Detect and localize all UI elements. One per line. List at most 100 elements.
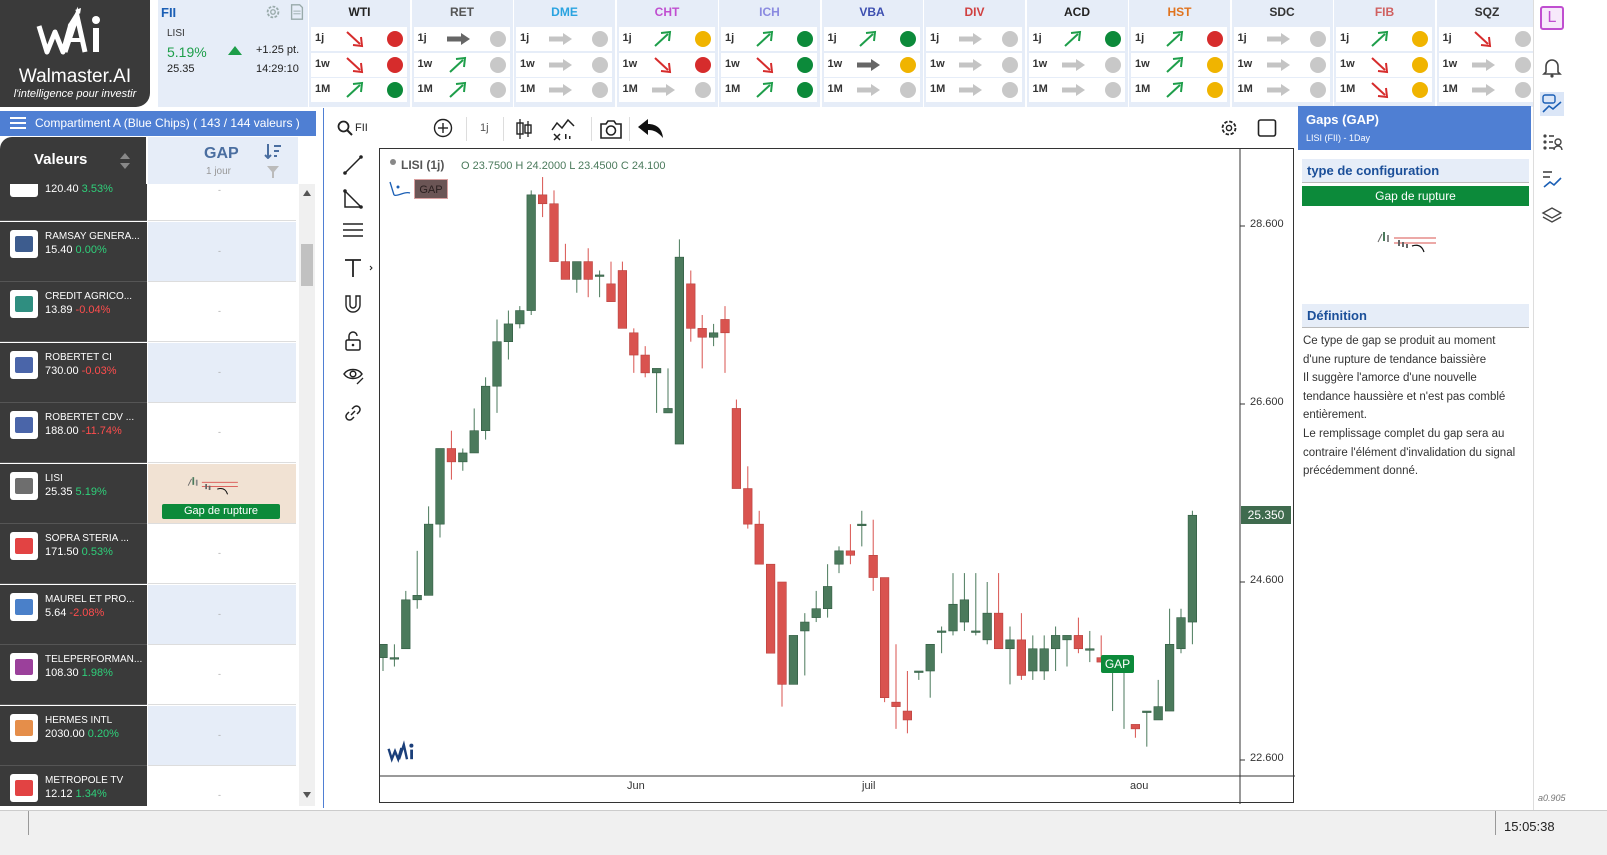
market-column[interactable]: VBA 1j 1w 1M (821, 0, 943, 107)
list-item[interactable]: METROPOLE TV 12.12 1.34% - (0, 766, 298, 806)
market-signal-cell[interactable]: 1j (1233, 27, 1353, 51)
stack-icon[interactable] (1540, 203, 1564, 227)
list-item[interactable]: ROBERTET CI 730.00 -0.03% - (0, 342, 298, 403)
gap-cell[interactable]: - (148, 221, 296, 282)
filter-icon[interactable] (266, 165, 280, 179)
list-item[interactable]: RAMSAY GENERA... 15.40 0.00% - (0, 221, 298, 282)
list-item-info[interactable]: MAUREL ET PRO... 5.64 -2.08% (0, 584, 147, 645)
market-signal-cell[interactable]: 1j (926, 27, 1045, 51)
list-item[interactable]: HERMES INTL 2030.00 0.20% - (0, 705, 298, 766)
fullscreen-icon[interactable] (1257, 118, 1277, 138)
market-signal-cell[interactable]: 1M (311, 78, 430, 102)
gap-cell[interactable]: - (148, 524, 296, 584)
gap-cell[interactable]: - (148, 584, 296, 645)
values-column-header[interactable]: Valeurs (0, 137, 146, 184)
list-item-info[interactable]: ROBERTET CDV ... 188.00 -11.74% (0, 403, 147, 463)
list-item-info[interactable]: RAMSAY GENERA... 15.40 0.00% (0, 221, 147, 282)
market-signal-cell[interactable]: 1w (823, 52, 943, 77)
market-column[interactable]: ACD 1j 1w 1M (1026, 0, 1148, 107)
gap-cell[interactable]: - (148, 766, 296, 806)
indicators-icon[interactable] (551, 117, 575, 141)
add-indicator-icon[interactable] (433, 118, 453, 138)
gap-cell[interactable]: - (148, 342, 296, 403)
market-signal-cell[interactable]: 1j (721, 27, 840, 51)
market-signal-cell[interactable]: 1w (618, 52, 738, 77)
market-signal-cell[interactable]: 1j (1131, 27, 1250, 51)
market-signal-cell[interactable]: 1j (1028, 27, 1148, 51)
market-signal-cell[interactable]: 1j (311, 27, 430, 51)
list-chart-icon[interactable] (1540, 167, 1564, 191)
list-item[interactable]: 120.40 3.53% - (0, 184, 298, 221)
market-signal-cell[interactable]: 1j (1438, 27, 1558, 51)
market-column[interactable]: DME 1j 1w 1M (514, 0, 635, 107)
gap-cell[interactable]: - (148, 403, 296, 463)
market-signal-cell[interactable]: 1w (413, 52, 533, 77)
gap-signal-marker[interactable]: GAP (1101, 655, 1134, 673)
gap-study-icon[interactable] (388, 179, 414, 199)
list-item-info[interactable]: METROPOLE TV 12.12 1.34% (0, 766, 147, 806)
market-signal-cell[interactable]: 1M (1233, 78, 1353, 102)
list-item[interactable]: MAUREL ET PRO... 5.64 -2.08% - (0, 584, 298, 645)
market-signal-cell[interactable]: 1M (1028, 78, 1148, 102)
symbol-search-label[interactable]: FII (355, 122, 368, 134)
list-item-info[interactable]: HERMES INTL 2030.00 0.20% (0, 705, 147, 766)
market-column[interactable]: SDC 1j 1w 1M (1231, 0, 1353, 107)
undo-arrow-icon[interactable] (636, 118, 664, 140)
settings-gear-icon[interactable] (264, 3, 282, 21)
list-item-info[interactable]: 120.40 3.53% (0, 184, 147, 221)
price-chart[interactable]: LISI (1j) O 23.7500 H 24.2000 L 23.4500 … (378, 148, 1295, 804)
chart-settings-gear-icon[interactable] (1219, 118, 1239, 138)
sort-arrows-icon[interactable] (117, 151, 133, 171)
price-chart-canvas[interactable] (378, 149, 1295, 804)
market-signal-cell[interactable]: 1w (311, 52, 430, 77)
market-signal-cell[interactable]: 1w (926, 52, 1045, 77)
gap-cell[interactable]: - (148, 282, 296, 342)
list-item-info[interactable]: TELEPERFORMAN... 108.30 1.98% (0, 645, 147, 705)
market-signal-cell[interactable]: 1M (926, 78, 1045, 102)
text-tool-icon[interactable] (343, 257, 373, 279)
report-doc-icon[interactable] (288, 3, 306, 21)
market-signal-cell[interactable]: 1M (823, 78, 943, 102)
trend-line-icon[interactable] (342, 154, 364, 176)
search-icon[interactable] (337, 120, 353, 136)
market-signal-cell[interactable]: 1j (516, 27, 635, 51)
list-item-info[interactable]: SOPRA STERIA ... 171.50 0.53% (0, 524, 147, 584)
gap-cell[interactable]: Gap de rupture (148, 463, 296, 524)
scroll-up-icon[interactable] (303, 190, 311, 196)
market-signal-cell[interactable]: 1w (1336, 52, 1455, 77)
market-signal-cell[interactable]: 1M (516, 78, 635, 102)
list-item[interactable]: TELEPERFORMAN... 108.30 1.98% - (0, 645, 298, 705)
link-chain-icon[interactable] (343, 403, 363, 423)
compartment-selector[interactable]: Compartiment A (Blue Chips) ( 143 / 144 … (0, 111, 316, 136)
list-item[interactable]: CREDIT AGRICO... 13.89 -0.04% - (0, 282, 298, 342)
signal-chart-icon[interactable] (1540, 92, 1564, 116)
gap-cell[interactable]: - (148, 705, 296, 766)
gap-column-header[interactable]: GAP 1 jour (148, 137, 298, 184)
angle-tool-icon[interactable] (342, 188, 364, 210)
list-item[interactable]: ROBERTET CDV ... 188.00 -11.74% - (0, 403, 298, 463)
market-signal-cell[interactable]: 1M (413, 78, 533, 102)
gap-cell[interactable]: - (148, 184, 296, 221)
market-signal-cell[interactable]: 1w (1131, 52, 1250, 77)
lock-icon[interactable] (344, 331, 362, 351)
market-column[interactable]: FIB 1j 1w 1M (1334, 0, 1455, 107)
market-signal-cell[interactable]: 1j (1336, 27, 1455, 51)
index-summary[interactable]: FII LISI 5.19% +1.25 pt. 25.35 14:29:10 (158, 0, 308, 107)
list-scrollbar[interactable] (299, 184, 315, 806)
horizontal-lines-icon[interactable] (342, 221, 364, 239)
market-column[interactable]: RET 1j 1w 1M (411, 0, 533, 107)
market-signal-cell[interactable]: 1M (721, 78, 840, 102)
list-item[interactable]: LISI 25.35 5.19% Gap de rupture (0, 463, 298, 524)
market-signal-cell[interactable]: 1M (1131, 78, 1250, 102)
gap-cell[interactable]: - (148, 645, 296, 705)
candlestick-type-icon[interactable] (515, 118, 533, 140)
market-signal-cell[interactable]: 1w (1233, 52, 1353, 77)
market-column[interactable]: DIV 1j 1w 1M (924, 0, 1045, 107)
visibility-eye-icon[interactable] (342, 365, 366, 387)
market-signal-cell[interactable]: 1w (721, 52, 840, 77)
hamburger-menu-icon[interactable] (10, 116, 26, 130)
market-signal-cell[interactable]: 1M (1438, 78, 1558, 102)
sort-desc-icon[interactable] (264, 143, 282, 159)
list-item[interactable]: SOPRA STERIA ... 171.50 0.53% - (0, 524, 298, 584)
market-column[interactable]: CHT 1j 1w 1M (616, 0, 738, 107)
